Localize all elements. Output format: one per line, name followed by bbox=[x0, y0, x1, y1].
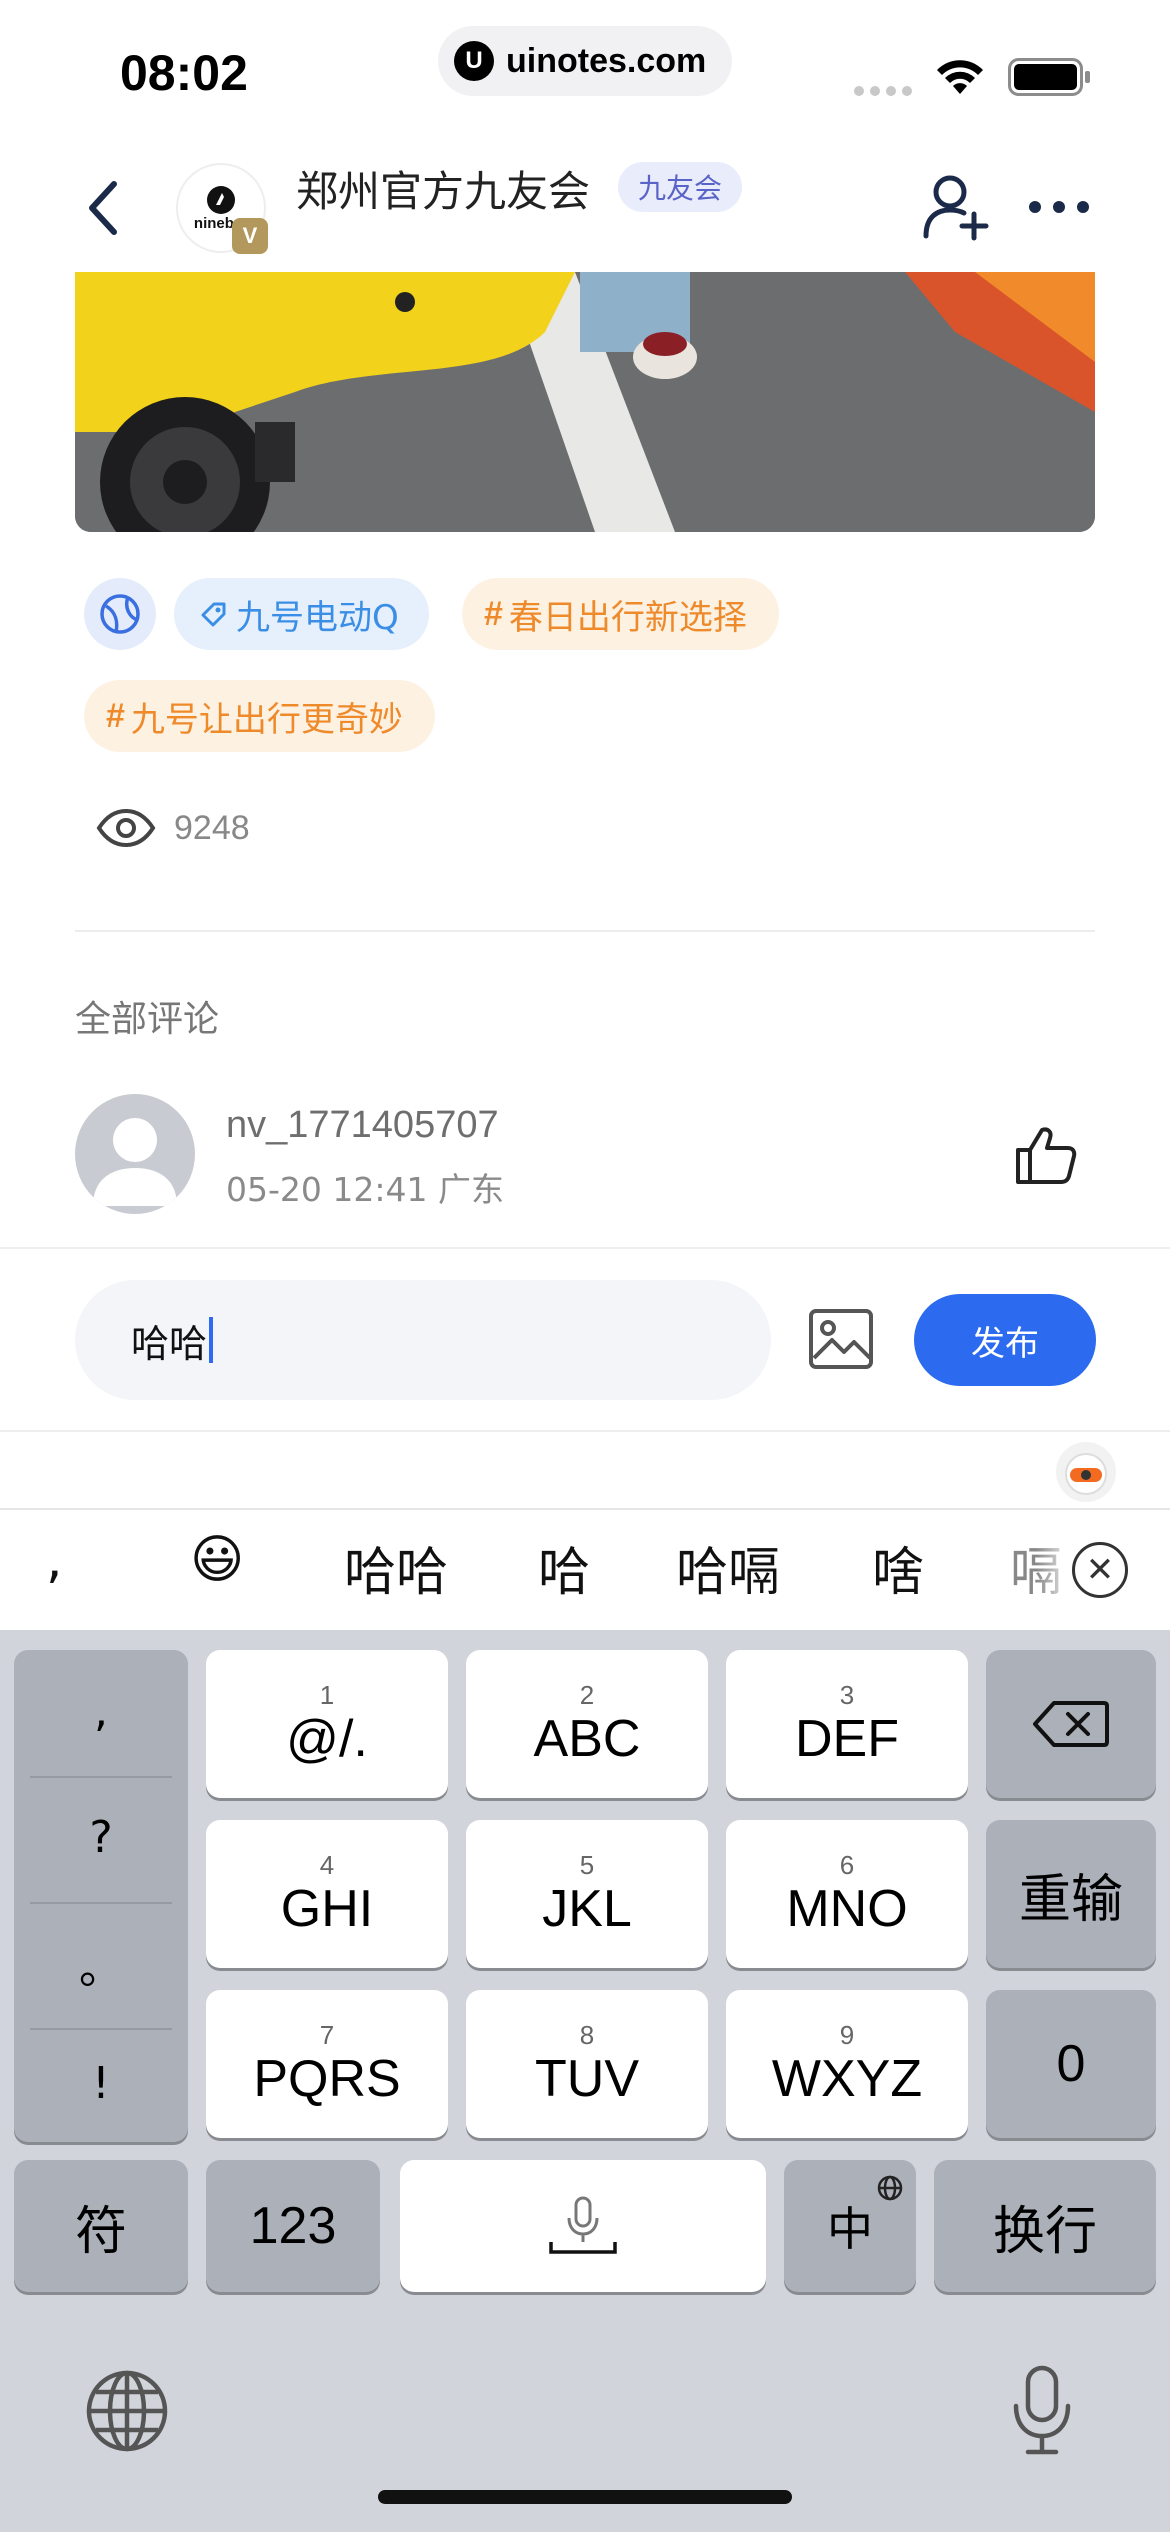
product-tag[interactable]: 九号电动Q bbox=[174, 578, 429, 650]
comment-meta: 05-20 12:41 广东 bbox=[226, 1170, 504, 1209]
backspace-icon bbox=[1033, 1701, 1109, 1747]
candidate-item[interactable]: 😃 bbox=[190, 1530, 244, 1590]
publish-button[interactable]: 发布 bbox=[914, 1294, 1096, 1386]
more-icon[interactable] bbox=[1026, 196, 1092, 218]
home-indicator bbox=[378, 2490, 792, 2504]
candidate-item[interactable]: 哈 bbox=[538, 1530, 590, 1605]
assistant-bot-icon[interactable] bbox=[1056, 1442, 1116, 1502]
default-avatar-icon bbox=[93, 1118, 177, 1206]
url-text: uinotes.com bbox=[506, 41, 707, 80]
space-key[interactable] bbox=[400, 2160, 766, 2292]
signal-icon bbox=[854, 86, 912, 96]
punct-key[interactable]: , bbox=[14, 1650, 188, 1773]
tag-icon bbox=[201, 602, 226, 627]
topic-tag-2[interactable]: # 九号让出行更奇妙 bbox=[84, 680, 435, 752]
commenter-avatar[interactable] bbox=[75, 1094, 195, 1214]
globe-icon bbox=[100, 594, 140, 634]
globe-small-icon bbox=[877, 2175, 903, 2201]
chinese-mode-key[interactable]: 中 bbox=[784, 2160, 916, 2292]
divider bbox=[0, 1430, 1170, 1432]
candidate-item[interactable]: 啥 bbox=[872, 1530, 924, 1605]
key-2[interactable]: 2 ABC bbox=[466, 1650, 708, 1798]
topic-tag-1[interactable]: # 春日出行新选择 bbox=[462, 578, 779, 650]
add-friend-icon[interactable] bbox=[922, 170, 990, 242]
key-1[interactable]: 1 @/. bbox=[206, 1650, 448, 1798]
battery-icon bbox=[1008, 58, 1090, 96]
punct-key[interactable]: 。 bbox=[14, 1902, 188, 2025]
key-9[interactable]: 9 WXYZ bbox=[726, 1990, 968, 2138]
reenter-key[interactable]: 重输 bbox=[986, 1820, 1156, 1968]
wifi-icon bbox=[937, 60, 983, 94]
candidate-item[interactable]: 哈嗝 bbox=[676, 1530, 780, 1605]
candidate-item[interactable]: , bbox=[46, 1530, 63, 1590]
divider bbox=[75, 930, 1095, 932]
return-key[interactable]: 换行 bbox=[934, 2160, 1156, 2292]
candidate-item[interactable]: 哈哈 bbox=[344, 1530, 448, 1605]
robot-icon bbox=[1065, 1453, 1107, 1495]
key-7[interactable]: 7 PQRS bbox=[206, 1990, 448, 2138]
key-4[interactable]: 4 GHI bbox=[206, 1820, 448, 1968]
scooter-photo-image bbox=[75, 272, 1095, 532]
image-icon[interactable] bbox=[808, 1308, 874, 1370]
like-icon[interactable] bbox=[1014, 1124, 1078, 1186]
text-caret bbox=[209, 1317, 214, 1363]
key-5[interactable]: 5 JKL bbox=[466, 1820, 708, 1968]
key-8[interactable]: 8 TUV bbox=[466, 1990, 708, 2138]
globe-tag[interactable] bbox=[84, 578, 156, 650]
ninebot-logo-icon bbox=[207, 185, 235, 214]
group-tag[interactable]: 九友会 bbox=[618, 162, 743, 212]
backspace-key[interactable] bbox=[986, 1650, 1156, 1798]
site-logo-icon: U bbox=[454, 41, 494, 81]
symbols-key[interactable]: 符 bbox=[14, 2160, 188, 2292]
key-6[interactable]: 6 MNO bbox=[726, 1820, 968, 1968]
view-count: 9248 bbox=[174, 808, 250, 847]
topic-tag-1-label: 春日出行新选择 bbox=[508, 597, 747, 638]
topic-tag-2-label: 九号让出行更奇妙 bbox=[130, 699, 403, 740]
key-3[interactable]: 3 DEF bbox=[726, 1650, 968, 1798]
close-candidates-icon[interactable]: ✕ bbox=[1072, 1542, 1128, 1598]
space-mic-icon bbox=[549, 2196, 617, 2254]
zero-key[interactable]: 0 bbox=[986, 1990, 1156, 2138]
group-name[interactable]: 郑州官方九友会 bbox=[296, 158, 590, 219]
verified-badge: V bbox=[232, 218, 268, 254]
dictation-mic-icon[interactable] bbox=[1010, 2364, 1074, 2458]
divider bbox=[0, 1247, 1170, 1249]
numbers-key[interactable]: 123 bbox=[206, 2160, 380, 2292]
globe-switch-icon[interactable] bbox=[84, 2368, 170, 2454]
back-chevron-icon[interactable] bbox=[82, 178, 122, 238]
punct-key[interactable]: ? bbox=[14, 1776, 188, 1899]
hashtag-icon: # bbox=[484, 594, 503, 633]
comment-input-text: 哈哈 bbox=[131, 1321, 208, 1366]
status-time: 08:02 bbox=[120, 45, 248, 101]
post-photo[interactable] bbox=[75, 272, 1095, 532]
product-tag-label: 九号电动Q bbox=[236, 597, 399, 638]
punct-key[interactable]: ! bbox=[14, 2022, 188, 2145]
comments-title: 全部评论 bbox=[75, 999, 220, 1040]
hashtag-icon: # bbox=[106, 696, 125, 735]
comment-username[interactable]: nv_1771405707 bbox=[226, 1104, 499, 1147]
eye-icon bbox=[96, 808, 156, 848]
url-pill[interactable]: U uinotes.com bbox=[438, 26, 732, 96]
comment-input[interactable]: 哈哈 bbox=[75, 1280, 771, 1400]
view-count-row: 9248 bbox=[96, 808, 250, 848]
